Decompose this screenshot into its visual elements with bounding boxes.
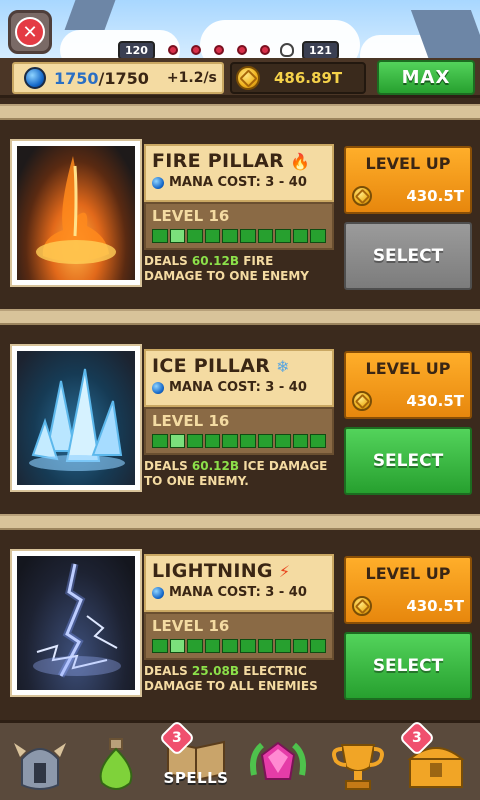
gold-coin-icon: [352, 186, 372, 206]
level-progress-bar: [152, 229, 326, 243]
level-up-cost: 430.5T: [406, 392, 464, 410]
mana-max: /1750: [98, 68, 149, 88]
level-up-button[interactable]: LEVEL UP 430.5T: [344, 351, 472, 419]
mana-regen-rate: +1.2/s: [166, 70, 217, 86]
nav-gems-tab[interactable]: [242, 729, 314, 800]
wave-marker-icon: [167, 45, 178, 55]
gold-amount: 486.89T: [274, 69, 343, 87]
row-divider: [0, 309, 480, 325]
wave-marker-icon: [213, 45, 224, 55]
potion-icon: [99, 738, 133, 790]
resource-bar: 1750 /1750 +1.2/s 486.89T MAX: [0, 58, 480, 98]
select-button[interactable]: SELECT: [344, 222, 472, 290]
wave-marker-icon: [236, 45, 247, 55]
nav-spells-tab[interactable]: 3 SPELLS: [158, 719, 232, 800]
close-icon: ✕: [15, 17, 45, 47]
level-up-button[interactable]: LEVEL UP 430.5T: [344, 146, 472, 214]
spell-description: DEALS 60.12B FIRE DAMAGE TO ONE ENEMY: [144, 254, 309, 283]
spell-name: LIGHTNING: [152, 560, 273, 582]
gold-coin-icon: [352, 596, 372, 616]
fire-icon: 🔥: [290, 152, 311, 171]
wave-start-number: 120: [118, 40, 155, 60]
mana-orb-icon: [152, 381, 164, 394]
mana-cost: MANA COST: 3 - 40: [169, 585, 307, 600]
level-up-cost: 430.5T: [406, 597, 464, 615]
spell-info: ICE PILLAR ❄ MANA COST: 3 - 40 LEVEL 16 D…: [144, 349, 334, 511]
spell-image-lightning: [10, 549, 142, 697]
spell-row-lightning: LIGHTNING ⚡ MANA COST: 3 - 40 LEVEL 16 DE…: [0, 514, 480, 719]
wave-end-number: 121: [301, 40, 339, 60]
level-up-button[interactable]: LEVEL UP 430.5T: [344, 556, 472, 624]
row-divider: [0, 104, 480, 120]
gem-icon: [250, 741, 306, 780]
spell-row-fire-pillar: FIRE PILLAR 🔥 MANA COST: 3 - 40 LEVEL 16 …: [0, 104, 480, 309]
nav-potion-tab[interactable]: [80, 729, 152, 800]
wave-marker-icon: [259, 45, 270, 55]
nav-spells-label: SPELLS: [163, 769, 229, 787]
wave-marker-icon: [190, 45, 201, 55]
spell-row-ice-pillar: ICE PILLAR ❄ MANA COST: 3 - 40 LEVEL 16 D…: [0, 309, 480, 514]
spell-name: ICE PILLAR: [152, 355, 271, 377]
mana-current: 1750: [54, 68, 99, 88]
mana-orb-icon: [152, 176, 164, 189]
lightning-icon: ⚡: [278, 562, 291, 581]
spell-description: DEALS 25.08B ELECTRIC DAMAGE TO ALL ENEM…: [144, 664, 318, 693]
wave-progress: 120 121: [118, 40, 363, 60]
bottom-nav: 3 SPELLS 3: [0, 719, 480, 800]
lightning-art: [33, 563, 121, 678]
ice-pillar-art: [29, 368, 125, 471]
gold-display: 486.89T: [230, 62, 366, 94]
spell-list: FIRE PILLAR 🔥 MANA COST: 3 - 40 LEVEL 16 …: [0, 104, 480, 719]
nav-hero-tab[interactable]: [4, 729, 76, 800]
mana-orb-icon: [24, 67, 46, 89]
gold-coin-icon: [236, 66, 260, 90]
spell-image-ice-pillar: [10, 344, 142, 492]
level-up-cost: 430.5T: [406, 187, 464, 205]
level-progress-bar: [152, 639, 326, 653]
spell-level: LEVEL 16: [152, 207, 230, 225]
helmet-icon: [14, 743, 66, 790]
select-button[interactable]: SELECT: [344, 632, 472, 700]
spell-level: LEVEL 16: [152, 617, 230, 635]
row-divider: [0, 514, 480, 530]
boss-skull-icon: [279, 43, 294, 57]
nav-trophy-tab[interactable]: [322, 729, 394, 800]
level-progress-bar: [152, 434, 326, 448]
mana-cost: MANA COST: 3 - 40: [169, 175, 307, 190]
spell-level: LEVEL 16: [152, 412, 230, 430]
spell-image-fire-pillar: [10, 139, 142, 287]
gold-coin-icon: [352, 391, 372, 411]
spell-info: LIGHTNING ⚡ MANA COST: 3 - 40 LEVEL 16 DE…: [144, 554, 334, 716]
fire-pillar-art: [36, 156, 116, 264]
trophy-icon: [332, 744, 384, 790]
snowflake-icon: ❄: [276, 357, 290, 376]
spell-info: FIRE PILLAR 🔥 MANA COST: 3 - 40 LEVEL 16 …: [144, 144, 334, 306]
close-button[interactable]: ✕: [8, 10, 52, 54]
mana-cost: MANA COST: 3 - 40: [169, 380, 307, 395]
nav-chest-tab[interactable]: 3: [398, 719, 472, 800]
spell-name: FIRE PILLAR: [152, 150, 285, 172]
mana-orb-icon: [152, 586, 164, 599]
select-button[interactable]: SELECT: [344, 427, 472, 495]
spell-description: DEALS 60.12B ICE DAMAGE TO ONE ENEMY.: [144, 459, 328, 488]
mana-display: 1750 /1750 +1.2/s: [12, 62, 224, 94]
max-button[interactable]: MAX: [377, 60, 475, 95]
